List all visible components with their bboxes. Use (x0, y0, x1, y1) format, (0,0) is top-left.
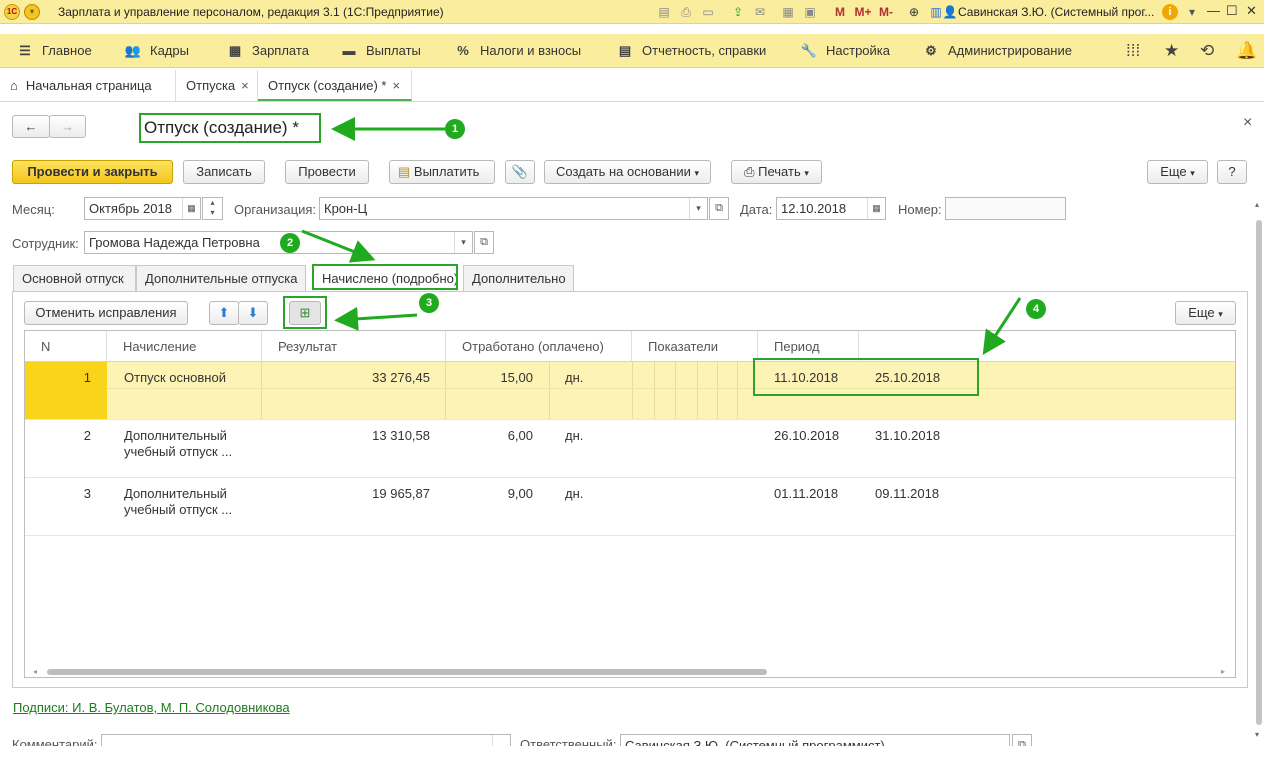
annotation-arrow-2 (301, 229, 376, 263)
annotation-arrows (301, 117, 1022, 356)
annotation-badge-1: 1 (445, 119, 465, 139)
annotation-arrow-3 (334, 306, 418, 331)
annotation-arrow-4 (982, 297, 1022, 356)
annotation-badge-3: 3 (419, 293, 439, 313)
annotation-badge-2: 2 (280, 233, 300, 253)
annotation-badge-4: 4 (1026, 299, 1046, 319)
